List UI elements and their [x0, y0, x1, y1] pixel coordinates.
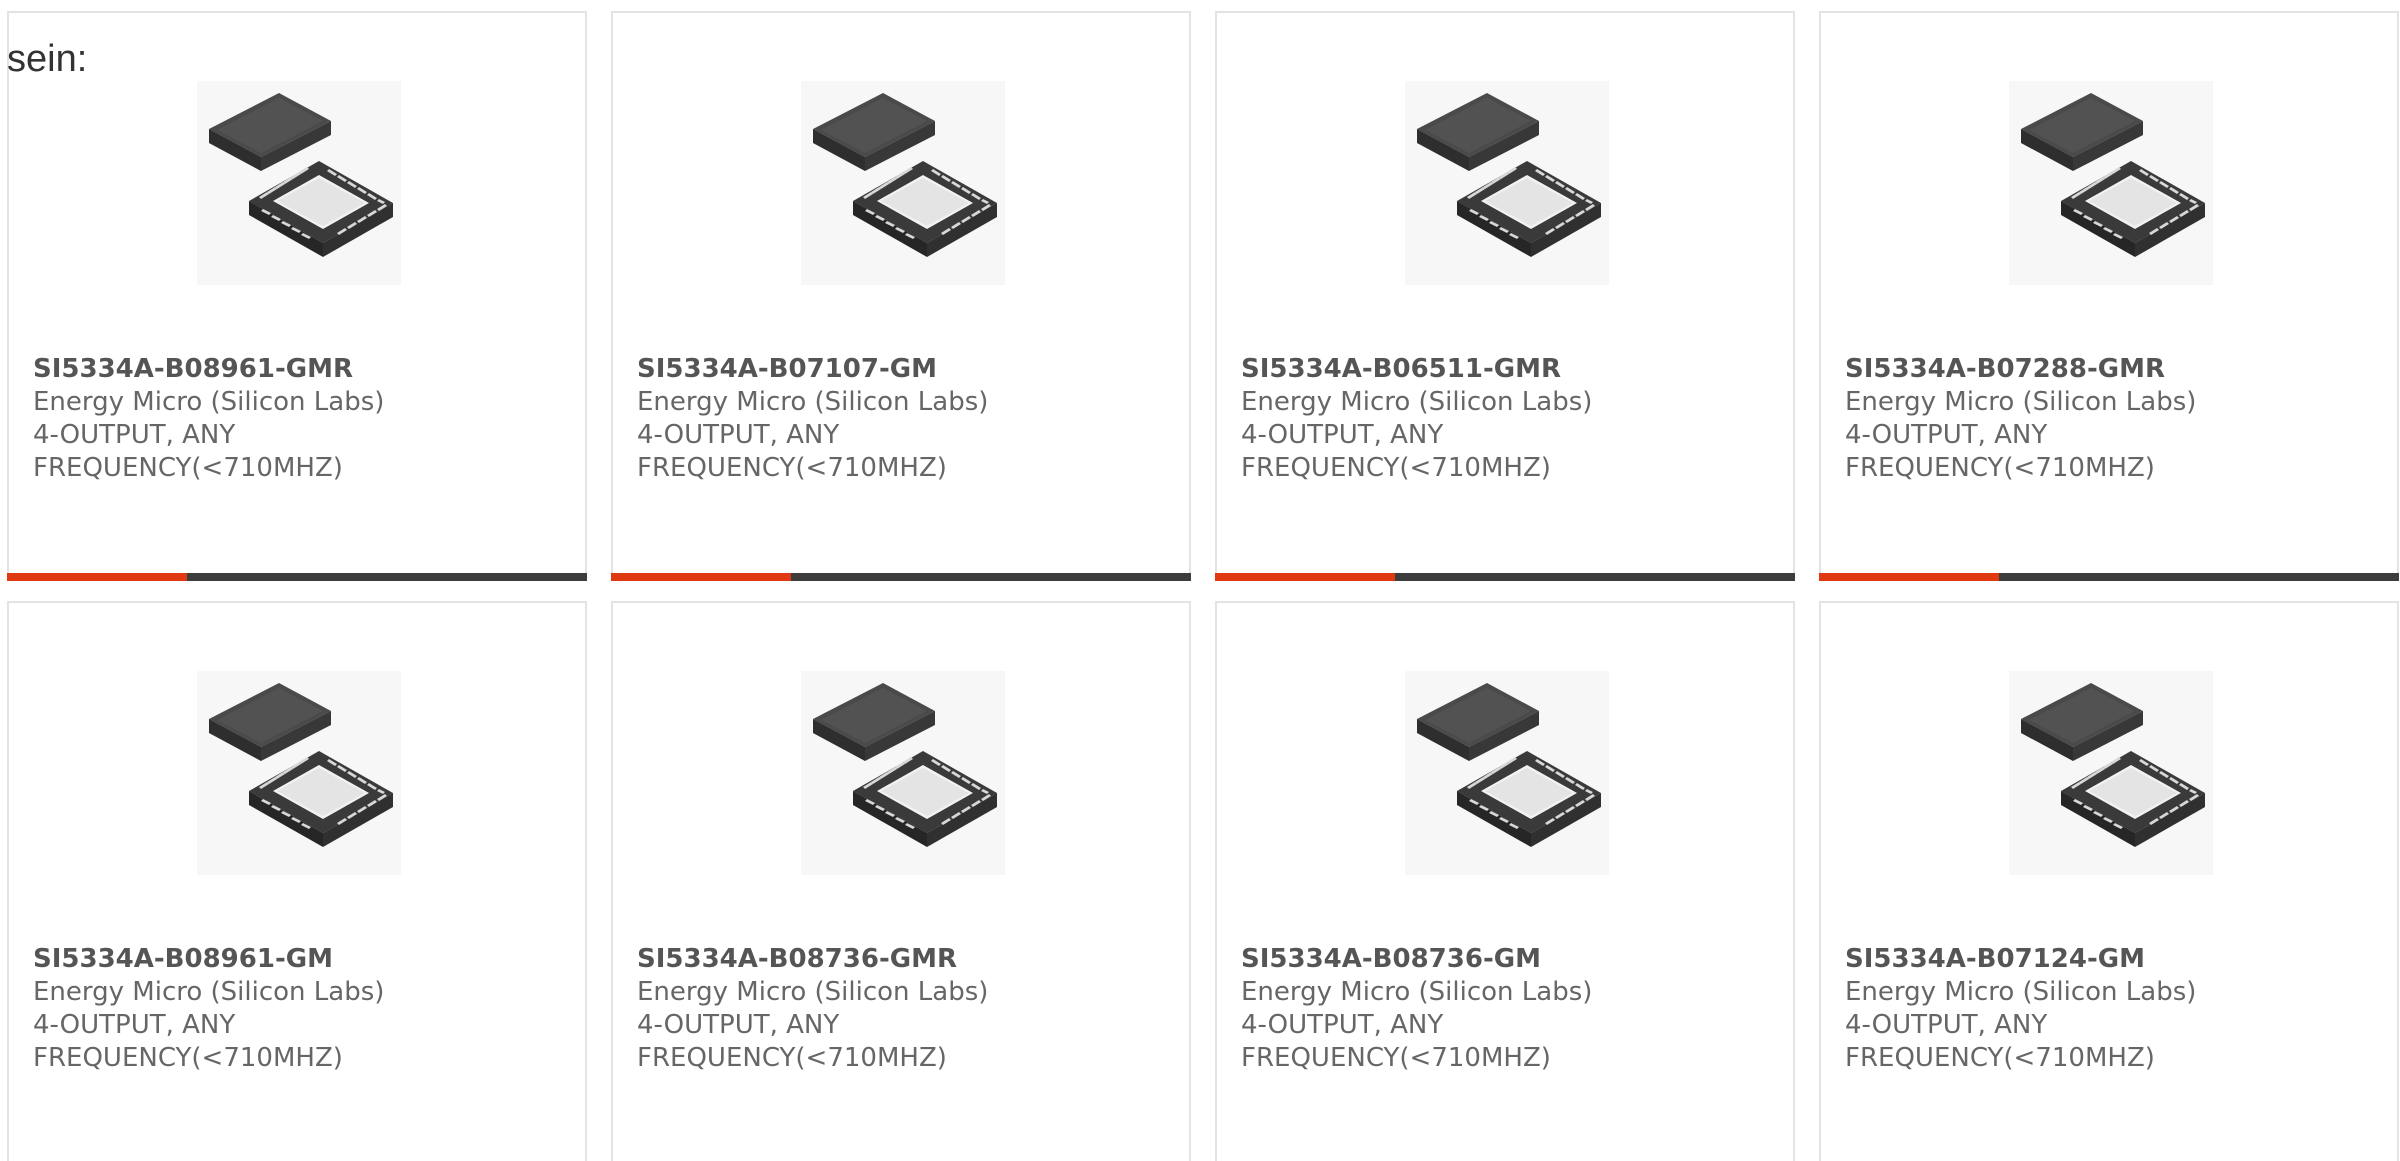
product-info: SI5334A-B07288-GMR Energy Micro (Silicon…	[1845, 353, 2365, 485]
manufacturer-label: Energy Micro (Silicon Labs)	[637, 387, 989, 417]
product-card[interactable]: SI5334A-B07124-GM Energy Micro (Silicon …	[1819, 601, 2399, 1161]
product-grid: SI5334A-B08961-GMR Energy Micro (Silicon…	[7, 11, 2400, 1161]
qfn-chip-icon[interactable]	[2009, 81, 2213, 285]
product-info: SI5334A-B07107-GM Energy Micro (Silicon …	[637, 353, 1157, 485]
description-line: FREQUENCY(<710MHZ)	[637, 1043, 947, 1073]
manufacturer-label: Energy Micro (Silicon Labs)	[1241, 387, 1593, 417]
product-list-page: sein: SI5334A-B08961-GMR Energy Micro (S…	[0, 0, 2400, 1161]
qfn-chip-icon[interactable]	[1405, 671, 1609, 875]
part-number-link[interactable]: SI5334A-B07107-GM	[637, 353, 1157, 386]
description-line: FREQUENCY(<710MHZ)	[1845, 1043, 2155, 1073]
description-line: 4-OUTPUT, ANY	[637, 1010, 840, 1040]
manufacturer-label: Energy Micro (Silicon Labs)	[33, 977, 385, 1007]
product-info: SI5334A-B08736-GMR Energy Micro (Silicon…	[637, 943, 1157, 1075]
description-line: FREQUENCY(<710MHZ)	[1241, 453, 1551, 483]
product-card[interactable]: SI5334A-B06511-GMR Energy Micro (Silicon…	[1215, 11, 1795, 581]
description-line: 4-OUTPUT, ANY	[1241, 1010, 1444, 1040]
product-card[interactable]: SI5334A-B08736-GMR Energy Micro (Silicon…	[611, 601, 1191, 1161]
part-number-link[interactable]: SI5334A-B06511-GMR	[1241, 353, 1761, 386]
manufacturer-label: Energy Micro (Silicon Labs)	[1241, 977, 1593, 1007]
description-line: FREQUENCY(<710MHZ)	[1845, 453, 2155, 483]
progress-fill	[1215, 573, 1395, 581]
progress-bar	[1215, 573, 1795, 581]
description-line: FREQUENCY(<710MHZ)	[33, 1043, 343, 1073]
progress-fill	[1819, 573, 1999, 581]
qfn-chip-icon[interactable]	[801, 671, 1005, 875]
qfn-chip-icon[interactable]	[2009, 671, 2213, 875]
description-line: 4-OUTPUT, ANY	[1241, 420, 1444, 450]
part-number-link[interactable]: SI5334A-B07124-GM	[1845, 943, 2365, 976]
qfn-chip-icon[interactable]	[197, 81, 401, 285]
product-info: SI5334A-B06511-GMR Energy Micro (Silicon…	[1241, 353, 1761, 485]
product-card[interactable]: SI5334A-B08961-GMR Energy Micro (Silicon…	[7, 11, 587, 581]
progress-bar	[611, 573, 1191, 581]
part-number-link[interactable]: SI5334A-B08961-GM	[33, 943, 553, 976]
progress-bar	[7, 573, 587, 581]
manufacturer-label: Energy Micro (Silicon Labs)	[33, 387, 385, 417]
qfn-chip-icon[interactable]	[197, 671, 401, 875]
manufacturer-label: Energy Micro (Silicon Labs)	[1845, 387, 2197, 417]
part-number-link[interactable]: SI5334A-B08961-GMR	[33, 353, 553, 386]
part-number-link[interactable]: SI5334A-B08736-GM	[1241, 943, 1761, 976]
product-card[interactable]: SI5334A-B07107-GM Energy Micro (Silicon …	[611, 11, 1191, 581]
progress-bar	[1819, 573, 2399, 581]
progress-fill	[611, 573, 791, 581]
intro-text: sein:	[7, 38, 88, 80]
description-line: 4-OUTPUT, ANY	[637, 420, 840, 450]
product-info: SI5334A-B08961-GMR Energy Micro (Silicon…	[33, 353, 553, 485]
description-line: FREQUENCY(<710MHZ)	[1241, 1043, 1551, 1073]
part-number-link[interactable]: SI5334A-B07288-GMR	[1845, 353, 2365, 386]
product-info: SI5334A-B08736-GM Energy Micro (Silicon …	[1241, 943, 1761, 1075]
product-card[interactable]: SI5334A-B07288-GMR Energy Micro (Silicon…	[1819, 11, 2399, 581]
qfn-chip-icon[interactable]	[1405, 81, 1609, 285]
description-line: 4-OUTPUT, ANY	[1845, 420, 2048, 450]
description-line: 4-OUTPUT, ANY	[33, 420, 236, 450]
manufacturer-label: Energy Micro (Silicon Labs)	[637, 977, 989, 1007]
part-number-link[interactable]: SI5334A-B08736-GMR	[637, 943, 1157, 976]
description-line: FREQUENCY(<710MHZ)	[637, 453, 947, 483]
description-line: 4-OUTPUT, ANY	[1845, 1010, 2048, 1040]
product-info: SI5334A-B08961-GM Energy Micro (Silicon …	[33, 943, 553, 1075]
qfn-chip-icon[interactable]	[801, 81, 1005, 285]
manufacturer-label: Energy Micro (Silicon Labs)	[1845, 977, 2197, 1007]
description-line: 4-OUTPUT, ANY	[33, 1010, 236, 1040]
product-card[interactable]: SI5334A-B08736-GM Energy Micro (Silicon …	[1215, 601, 1795, 1161]
progress-fill	[7, 573, 187, 581]
product-card[interactable]: SI5334A-B08961-GM Energy Micro (Silicon …	[7, 601, 587, 1161]
product-info: SI5334A-B07124-GM Energy Micro (Silicon …	[1845, 943, 2365, 1075]
description-line: FREQUENCY(<710MHZ)	[33, 453, 343, 483]
